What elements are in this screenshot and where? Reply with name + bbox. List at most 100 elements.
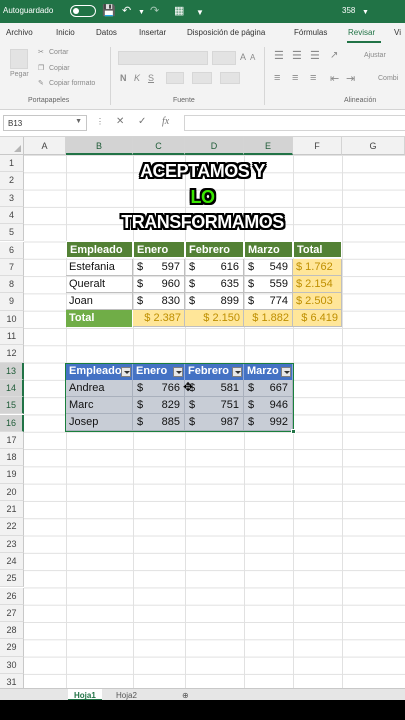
- table-header-cell[interactable]: Enero: [133, 241, 185, 259]
- table-cell-total[interactable]: $ 2.503: [293, 293, 342, 311]
- font-size-select[interactable]: [212, 51, 236, 65]
- copy-icon[interactable]: ❐: [38, 64, 44, 72]
- formula-input[interactable]: [184, 115, 405, 131]
- row-header[interactable]: 22: [0, 518, 24, 536]
- row-header[interactable]: 5: [0, 224, 24, 242]
- row-header[interactable]: 27: [0, 604, 24, 623]
- font-name-select[interactable]: [118, 51, 208, 65]
- row-header[interactable]: 18: [0, 449, 24, 467]
- table-cell[interactable]: $830: [133, 293, 185, 311]
- total-row-label[interactable]: Total: [66, 310, 133, 328]
- orientation-icon[interactable]: ↗: [330, 50, 338, 61]
- save-icon[interactable]: 💾: [102, 4, 116, 18]
- row-header[interactable]: 11: [0, 328, 24, 346]
- table-cell[interactable]: $597: [133, 259, 185, 277]
- row-header[interactable]: 7: [0, 258, 24, 277]
- undo-dropdown-icon[interactable]: ▼: [138, 6, 145, 20]
- grand-total-cell[interactable]: $ 6.419: [293, 310, 342, 328]
- table-cell[interactable]: $616: [185, 259, 244, 277]
- row-header[interactable]: 6: [0, 241, 24, 259]
- row-header[interactable]: 2: [0, 172, 24, 190]
- cut-label[interactable]: Cortar: [49, 49, 68, 56]
- tab-insertar[interactable]: Insertar: [139, 28, 166, 37]
- autosave-toggle[interactable]: [70, 5, 96, 17]
- table-header-cell[interactable]: Marzo: [244, 241, 293, 259]
- row-header[interactable]: 28: [0, 622, 24, 640]
- align-bottom-icon[interactable]: ☰: [310, 49, 320, 62]
- tab-datos[interactable]: Datos: [96, 28, 117, 37]
- tab-formulas[interactable]: Fórmulas: [294, 28, 327, 37]
- chevron-down-icon[interactable]: ▼: [362, 6, 369, 20]
- cut-icon[interactable]: ✂: [38, 48, 44, 56]
- table-cell[interactable]: $635: [185, 276, 244, 294]
- insert-function-icon[interactable]: fx: [162, 116, 169, 127]
- table-cell[interactable]: $774: [244, 293, 293, 311]
- shrink-font-icon[interactable]: A: [250, 53, 255, 62]
- table-header-cell[interactable]: Empleado: [66, 241, 133, 259]
- align-right-icon[interactable]: ≡: [310, 72, 316, 84]
- italic-icon[interactable]: K: [134, 73, 140, 83]
- column-header-f[interactable]: F: [293, 137, 342, 155]
- format-painter-icon[interactable]: ✎: [38, 79, 44, 87]
- paste-label[interactable]: Pegar: [10, 71, 29, 78]
- wrap-text-label[interactable]: Ajustar: [364, 52, 386, 59]
- borders-icon[interactable]: [166, 72, 184, 84]
- row-header[interactable]: 14: [0, 379, 24, 398]
- row-header[interactable]: 8: [0, 276, 24, 294]
- tab-disposicion[interactable]: Disposición de página: [187, 28, 265, 37]
- row-header[interactable]: 9: [0, 293, 24, 311]
- row-header[interactable]: 26: [0, 587, 24, 605]
- align-left-icon[interactable]: ≡: [274, 72, 280, 84]
- table-cell[interactable]: $549: [244, 259, 293, 277]
- row-header[interactable]: 10: [0, 310, 24, 328]
- customize-toolbar-icon[interactable]: ▼: [196, 6, 204, 20]
- total-row-cell[interactable]: $ 2.150: [185, 310, 244, 328]
- copy-label[interactable]: Copiar: [49, 65, 70, 72]
- row-header[interactable]: 12: [0, 345, 24, 363]
- column-header-c[interactable]: C: [133, 137, 185, 155]
- row-header[interactable]: 13: [0, 362, 24, 380]
- row-header[interactable]: 4: [0, 206, 24, 225]
- row-header[interactable]: 23: [0, 535, 24, 553]
- tab-revisar[interactable]: Revisar: [348, 28, 375, 37]
- table-cell[interactable]: $899: [185, 293, 244, 311]
- tab-archivo[interactable]: Archivo: [6, 28, 33, 37]
- column-header-d[interactable]: D: [185, 137, 244, 155]
- merge-label[interactable]: Combi: [378, 75, 398, 82]
- paste-icon[interactable]: [10, 49, 28, 69]
- fill-handle[interactable]: [291, 429, 296, 434]
- table-header-cell[interactable]: Febrero: [185, 241, 244, 259]
- total-row-cell[interactable]: $ 2.387: [133, 310, 185, 328]
- tab-vista[interactable]: Vi: [394, 28, 401, 37]
- row-header[interactable]: 21: [0, 501, 24, 519]
- column-header-g[interactable]: G: [342, 137, 405, 155]
- align-middle-icon[interactable]: ☰: [292, 49, 302, 62]
- underline-icon[interactable]: S: [148, 73, 154, 83]
- fill-color-icon[interactable]: [192, 72, 212, 84]
- column-header-e[interactable]: E: [244, 137, 293, 155]
- row-header[interactable]: 30: [0, 656, 24, 674]
- table-cell-name[interactable]: Estefania: [66, 259, 133, 277]
- name-box[interactable]: B13 ▼: [3, 115, 87, 131]
- row-header[interactable]: 19: [0, 466, 24, 484]
- row-header[interactable]: 1: [0, 155, 24, 173]
- increase-indent-icon[interactable]: ⇥: [346, 72, 355, 85]
- undo-icon[interactable]: ↶: [122, 4, 131, 18]
- table-cell-total[interactable]: $ 2.154: [293, 276, 342, 294]
- align-center-icon[interactable]: ≡: [292, 72, 298, 84]
- column-header-b[interactable]: B: [66, 137, 133, 155]
- align-top-icon[interactable]: ☰: [274, 49, 284, 62]
- row-header[interactable]: 16: [0, 414, 24, 432]
- table-cell-total[interactable]: $ 1.762: [293, 259, 342, 277]
- select-all-button[interactable]: [0, 137, 24, 155]
- row-header[interactable]: 20: [0, 483, 24, 501]
- table-cell[interactable]: $960: [133, 276, 185, 294]
- font-color-icon[interactable]: [220, 72, 240, 84]
- sort-icon[interactable]: ▦: [174, 4, 184, 18]
- row-header[interactable]: 3: [0, 189, 24, 207]
- enter-icon[interactable]: ✓: [138, 116, 146, 127]
- column-header-a[interactable]: A: [24, 137, 66, 155]
- row-header[interactable]: 24: [0, 552, 24, 571]
- decrease-indent-icon[interactable]: ⇤: [330, 72, 339, 85]
- total-row-cell[interactable]: $ 1.882: [244, 310, 293, 328]
